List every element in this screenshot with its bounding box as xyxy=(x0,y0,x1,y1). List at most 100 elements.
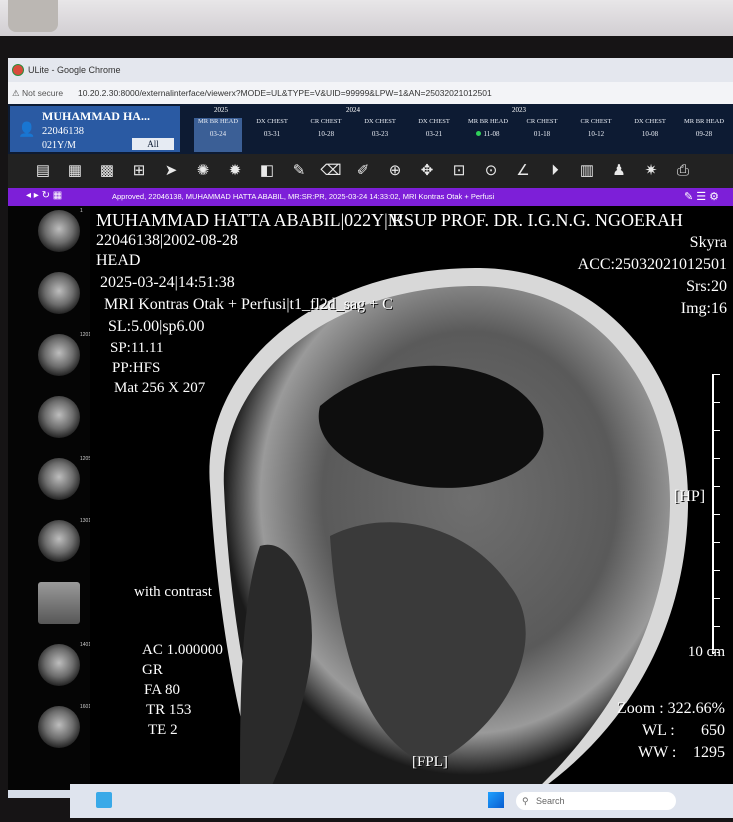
overlay-orientation-right: [HP] xyxy=(674,488,706,505)
overlay-tr: TR 153 xyxy=(146,702,192,718)
overlay-gr: GR xyxy=(142,662,163,678)
crosshair-icon[interactable]: ⊕ xyxy=(384,160,406,182)
series-thumbnail[interactable] xyxy=(38,644,80,686)
invert-icon[interactable]: ◧ xyxy=(256,160,278,182)
study-date-wrap: 11-08 xyxy=(464,130,512,138)
study-thumbnail[interactable]: CR CHEST 01-18 xyxy=(518,118,566,152)
chrome-logo-icon xyxy=(12,64,24,76)
series-thumbnail[interactable] xyxy=(38,334,80,376)
series-layout-icon[interactable]: ⊞ xyxy=(128,160,150,182)
series-thumbnail[interactable] xyxy=(38,458,80,500)
overlay-image-number: Img:16 xyxy=(680,300,727,317)
overlay-wl-value: 650 xyxy=(701,722,725,739)
overlay-study-description: MRI Kontras Otak + Perfusi|t1_fl2d_sag +… xyxy=(104,296,393,313)
pan-icon[interactable]: ✥ xyxy=(416,160,438,182)
grid-layout-icon[interactable]: ▦ xyxy=(64,160,86,182)
study-thumbnail[interactable]: MR BR HEAD 03-24 xyxy=(194,118,242,152)
annotation-pen-icon[interactable]: ✎ xyxy=(288,160,310,182)
study-thumbnail[interactable]: MR BR HEAD 11-08 xyxy=(464,118,512,152)
overlay-te: TE 2 xyxy=(148,722,178,738)
effects-icon[interactable]: ✷ xyxy=(640,160,662,182)
study-thumbnail[interactable]: DX CHEST 03-23 xyxy=(356,118,404,152)
tiles-icon[interactable]: ▩ xyxy=(96,160,118,182)
study-modality: DX CHEST xyxy=(364,118,396,125)
study-modality: MR BR HEAD xyxy=(467,118,509,125)
series-thumbnail[interactable] xyxy=(38,396,80,438)
address-bar[interactable]: ⚠ Not secure 10.20.2.30:8000/externalint… xyxy=(8,82,733,104)
navigation-arrows-icon[interactable]: ◂ ▸ ↻ ▦ xyxy=(26,190,62,201)
capture-icon[interactable]: ⎙ xyxy=(672,160,694,182)
taskbar-search[interactable]: ⚲ Search xyxy=(516,792,676,810)
search-icon: ⚲ xyxy=(522,796,529,806)
study-thumbnail[interactable]: CR CHEST 10-28 xyxy=(302,118,350,152)
status-dot-icon xyxy=(476,131,482,136)
study-date: 10-28 xyxy=(317,130,335,138)
layout-icon[interactable]: ▤ xyxy=(32,160,54,182)
not-secure-label[interactable]: ⚠ Not secure xyxy=(12,88,63,99)
study-modality: DX CHEST xyxy=(634,118,666,125)
zoom-box-icon[interactable]: ⊡ xyxy=(448,160,470,182)
user-icon[interactable]: ♟ xyxy=(608,160,630,182)
stack-icon[interactable]: ▥ xyxy=(576,160,598,182)
edit-icon[interactable]: ✐ xyxy=(352,160,374,182)
image-viewer[interactable]: 1 1201 1205 1301 1401 1601 MUHAMMAD HATT… xyxy=(8,206,733,790)
patient-card: 👤 MUHAMMAD HA... 22046138 021Y/M All xyxy=(10,106,180,152)
scale-ruler xyxy=(712,374,722,654)
pointer-icon[interactable]: ➤ xyxy=(160,160,182,182)
preset-window-icon[interactable]: ✹ xyxy=(224,160,246,182)
study-modality: DX CHEST xyxy=(418,118,450,125)
year-label: 2023 xyxy=(512,106,526,114)
study-date: 01-18 xyxy=(533,130,551,138)
study-thumbnail[interactable]: DX CHEST 03-21 xyxy=(410,118,458,152)
series-thumbnail[interactable] xyxy=(38,582,80,624)
study-date: 09-28 xyxy=(695,130,713,138)
viewer-toolbar: ▤ ▦ ▩ ⊞ ➤ ✺ ✹ ◧ ✎ ⌫ ✐ ⊕ ✥ ⊡ ⊙ ∠ ⏵ ▥ ♟ ✷ ⎙ xyxy=(8,154,733,188)
windows-taskbar: ⚲ Search xyxy=(70,784,733,818)
study-modality: CR CHEST xyxy=(526,118,558,125)
study-thumbnail[interactable]: DX CHEST 03-31 xyxy=(248,118,296,152)
wall-object xyxy=(8,0,58,32)
study-thumbnail[interactable]: DX CHEST 10-08 xyxy=(626,118,674,152)
user-icon: 👤 xyxy=(18,123,36,138)
overlay-ac: AC 1.000000 xyxy=(142,642,223,658)
taskbar-app-icon[interactable] xyxy=(96,792,112,808)
series-thumbnail[interactable] xyxy=(38,272,80,314)
study-thumbnail[interactable]: MR BR HEAD 09-28 xyxy=(680,118,728,152)
study-modality: MR BR HEAD xyxy=(197,118,239,125)
all-studies-button[interactable]: All xyxy=(132,138,174,150)
series-thumbnail[interactable] xyxy=(38,520,80,562)
overlay-body-part: HEAD xyxy=(96,252,141,269)
overlay-accession: ACC:25032021012501 xyxy=(577,256,727,273)
overlay-patient-line: MUHAMMAD HATTA ABABIL|022Y|M xyxy=(96,210,404,230)
windows-start-icon[interactable] xyxy=(488,792,504,808)
mri-image[interactable]: MUHAMMAD HATTA ABABIL|022Y|M RSUP PROF. … xyxy=(90,206,733,790)
study-thumbnail[interactable]: CR CHEST 10-12 xyxy=(572,118,620,152)
series-thumbnail[interactable] xyxy=(38,210,80,252)
overlay-scanner: Skyra xyxy=(689,234,727,251)
study-status-bar: ◂ ▸ ↻ ▦ Approved, 22046138, MUHAMMAD HAT… xyxy=(8,188,733,206)
magnify-icon[interactable]: ⊙ xyxy=(480,160,502,182)
eraser-icon[interactable]: ⌫ xyxy=(320,160,342,182)
study-status-text: Approved, 22046138, MUHAMMAD HATTA ABABI… xyxy=(112,192,495,201)
overlay-scale-label: 10 cm xyxy=(687,644,725,660)
study-modality: CR CHEST xyxy=(580,118,612,125)
measure-angle-icon[interactable]: ∠ xyxy=(512,160,534,182)
status-tools-icon[interactable]: ✎ ☰ ⚙ xyxy=(684,190,719,203)
browser-titlebar: ULite - Google Chrome xyxy=(8,58,733,82)
cine-icon[interactable]: ⏵ xyxy=(544,160,566,182)
study-modality: CR CHEST xyxy=(310,118,342,125)
window-level-icon[interactable]: ✺ xyxy=(192,160,214,182)
overlay-with-contrast: with contrast xyxy=(134,584,212,600)
series-thumbnail-panel: 1 1201 1205 1301 1401 1601 xyxy=(8,206,91,790)
url-field[interactable]: 10.20.2.30:8000/externalinterface/viewer… xyxy=(78,88,492,98)
study-date: 03-31 xyxy=(263,130,281,138)
patient-id: 22046138 xyxy=(42,126,84,137)
overlay-orientation-bottom: [FPL] xyxy=(412,754,448,770)
overlay-ww-label: WW : xyxy=(638,744,677,761)
series-thumbnail[interactable] xyxy=(38,706,80,748)
patient-age-sex: 021Y/M xyxy=(42,140,76,151)
thumbnail-number: 1 xyxy=(80,208,83,214)
study-date: 03-21 xyxy=(425,130,443,138)
overlay-wl-label: WL : xyxy=(642,722,675,739)
window-title: ULite - Google Chrome xyxy=(28,65,121,75)
